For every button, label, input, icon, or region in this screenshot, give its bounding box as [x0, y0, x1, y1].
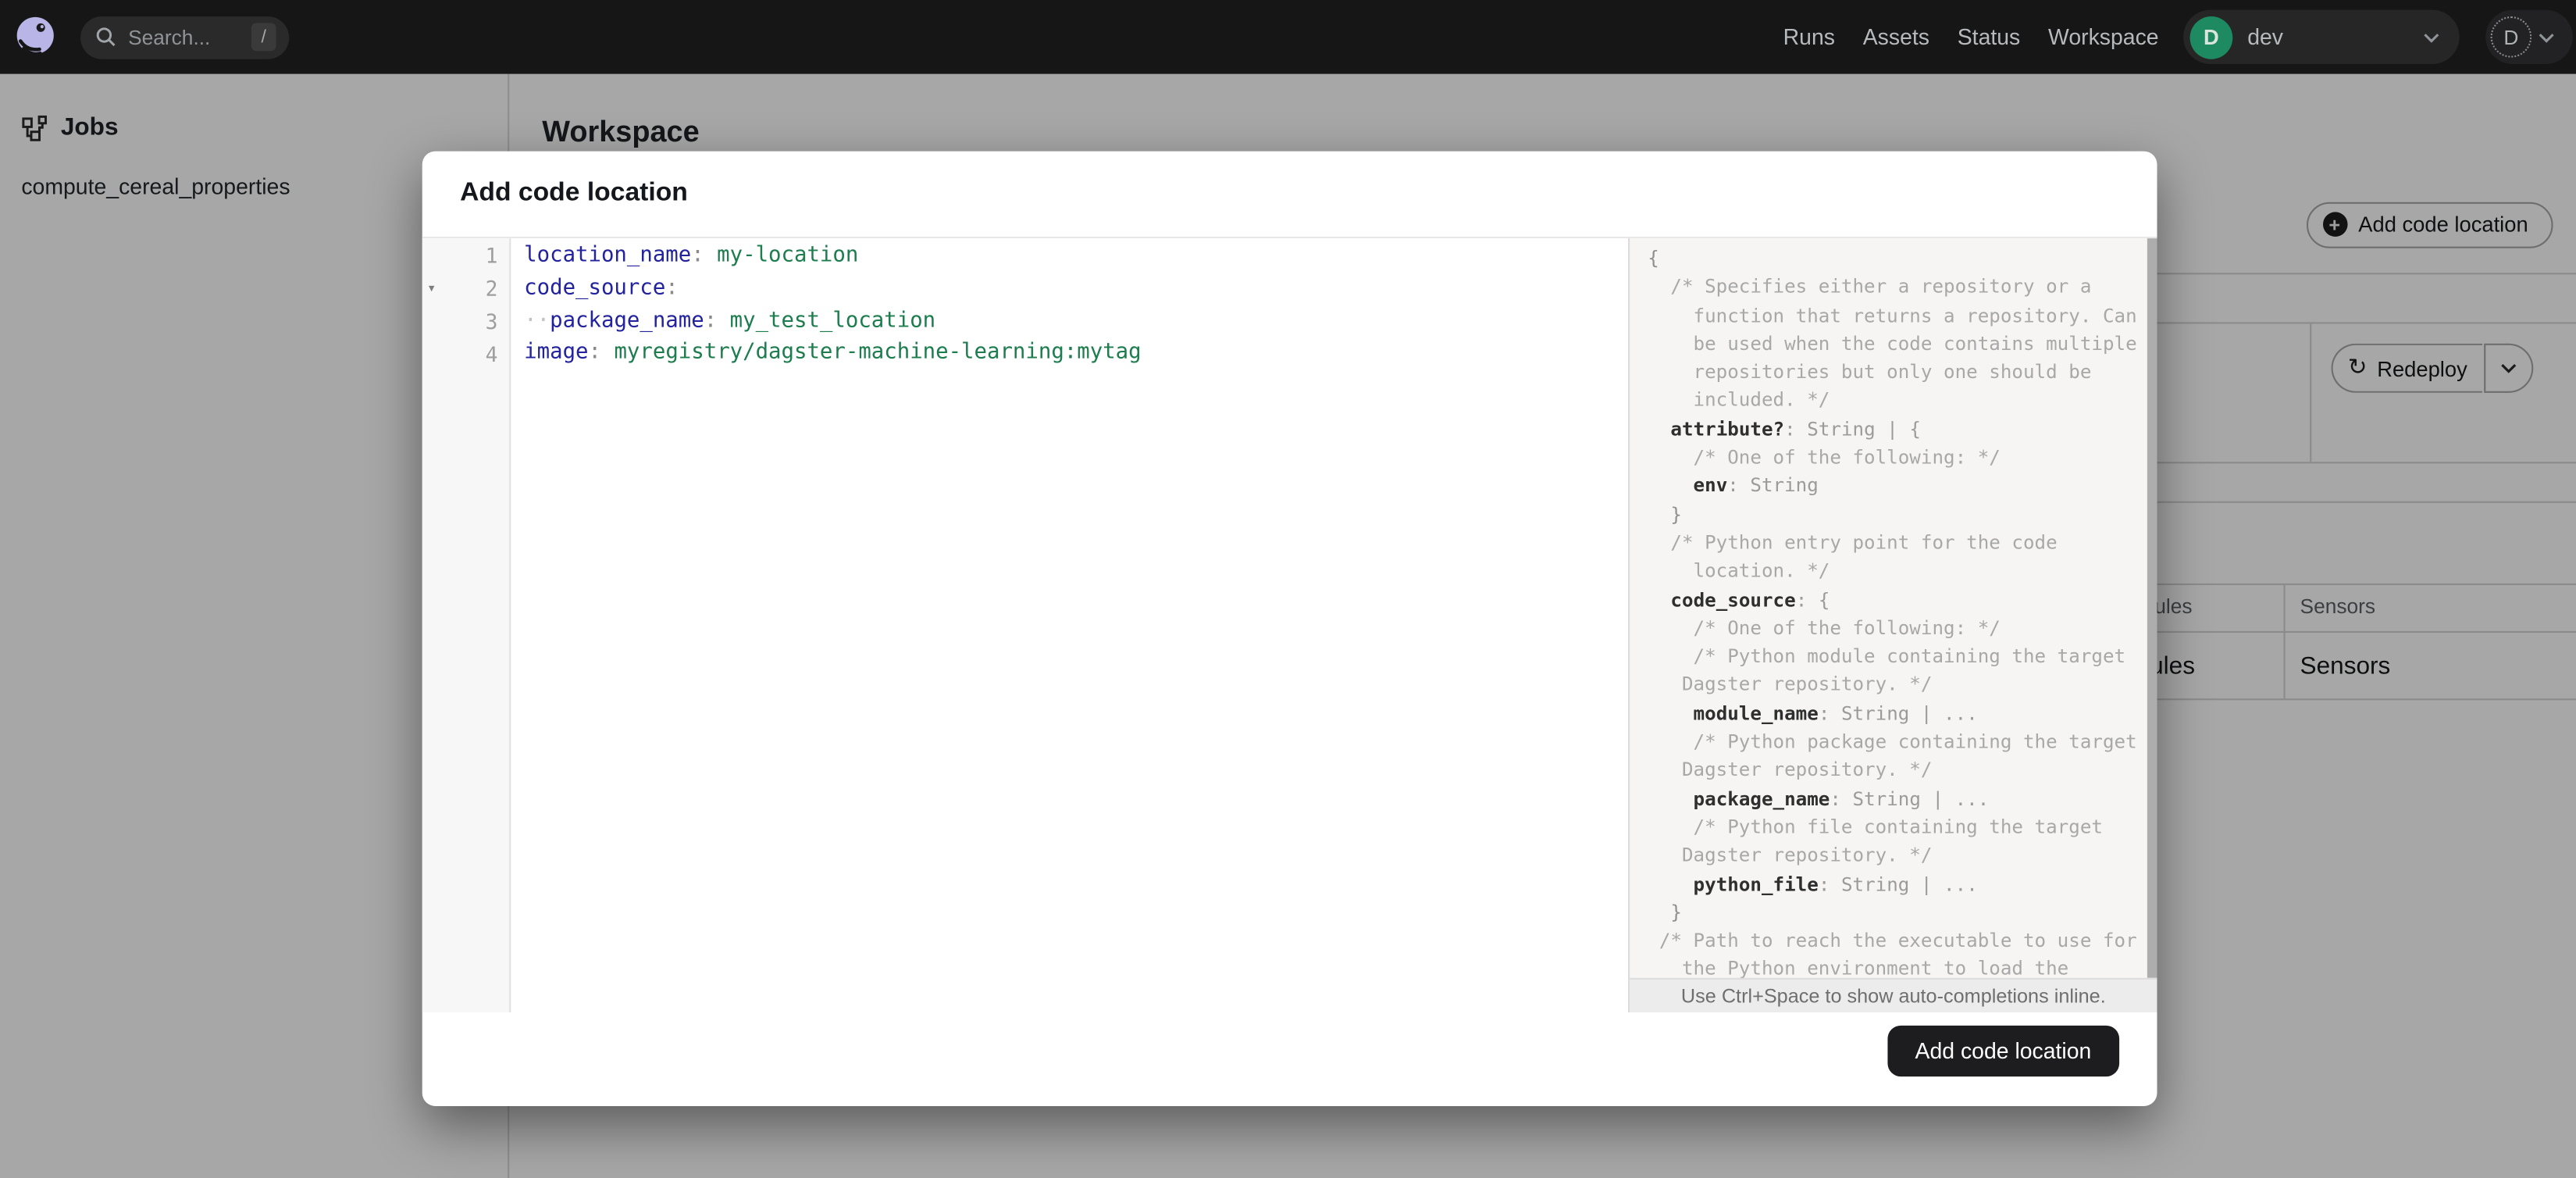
editor-gutter: 1 ▾ 2 3 4 — [422, 238, 511, 1012]
line-number: 3 — [485, 309, 498, 334]
chevron-down-icon — [2423, 32, 2439, 42]
gutter-row: 4 — [422, 337, 510, 370]
global-search-input[interactable]: Search... / — [80, 15, 290, 59]
schema-line: function that returns a repository. Can — [1648, 303, 2137, 327]
line-number: 4 — [485, 341, 498, 366]
nav-link-assets[interactable]: Assets — [1863, 25, 1929, 50]
code-line: image: myregistry/dagster-machine-learni… — [524, 341, 1142, 366]
schema-line: code_source: { — [1670, 587, 1830, 611]
fold-arrow-icon[interactable]: ▾ — [422, 280, 451, 297]
schema-line: Dagster repository. */ — [1648, 843, 1933, 867]
schema-line: python_file: String | ... — [1693, 872, 1978, 895]
chevron-down-icon — [2539, 32, 2555, 42]
nav-link-status[interactable]: Status — [1958, 25, 2021, 50]
autocomplete-hint: Use Ctrl+Space to show auto-completions … — [1630, 977, 2157, 1012]
schema-line: } — [1648, 502, 1682, 526]
modal-footer: Add code location — [422, 1012, 2157, 1106]
schema-line: location. */ — [1648, 559, 1830, 583]
schema-line: be used when the code contains multiple — [1648, 331, 2137, 355]
line-number: 2 — [485, 276, 498, 302]
schema-line: included. */ — [1648, 388, 1830, 412]
schema-line: /* Python module containing the target — [1648, 644, 2126, 668]
schema-line: } — [1648, 900, 1682, 924]
yaml-editor[interactable]: location_name: my-location code_source: ··… — [511, 238, 1628, 1012]
nav-link-runs[interactable]: Runs — [1783, 25, 1835, 50]
schema-line: module_name: String | ... — [1693, 701, 1978, 725]
search-icon — [95, 27, 116, 48]
slash-shortcut-badge: / — [251, 23, 276, 52]
schema-line: /* Specifies either a repository or a — [1648, 274, 2092, 298]
schema-line: package_name: String | ... — [1693, 787, 1990, 810]
schema-line: attribute?: String | { — [1670, 416, 1921, 441]
schema-line: /* Python entry point for the code — [1648, 530, 2058, 554]
deployment-switcher[interactable]: D dev — [2183, 9, 2460, 65]
gutter-row: 3 — [422, 305, 510, 337]
deployment-badge: D — [2189, 15, 2233, 59]
modal-title: Add code location — [460, 179, 688, 208]
user-menu[interactable]: D — [2485, 9, 2573, 65]
gutter-row: 1 — [422, 240, 510, 273]
line-number: 1 — [485, 244, 498, 269]
user-avatar: D — [2490, 16, 2532, 58]
schema-line: /* One of the following: */ — [1648, 445, 2001, 469]
modal-body: 1 ▾ 2 3 4 location_name: my-location code_sou… — [422, 238, 2157, 1012]
schema-line: Dagster repository. */ — [1648, 673, 1933, 696]
nav-links: Runs Assets Status Workspace — [1783, 25, 2159, 50]
nav-link-workspace[interactable]: Workspace — [2048, 25, 2159, 50]
schema-line: Dagster repository. */ — [1648, 758, 1933, 782]
deployment-name: dev — [2247, 24, 2284, 50]
schema-line: repositories but only one should be — [1648, 360, 2092, 384]
code-line: ··package_name: my_test_location — [524, 308, 936, 334]
schema-line: /* Path to reach the executable to use f… — [1648, 929, 2137, 952]
code-line: location_name: my-location — [524, 243, 859, 268]
schema-line: /* Python package containing the target — [1648, 730, 2137, 753]
app-root: Jobs compute_cereal_properties Workspace… — [0, 0, 2576, 1178]
schema-scrollbar[interactable] — [2146, 238, 2157, 978]
schema-line: env: String — [1693, 473, 1819, 498]
schema-line: { — [1648, 246, 1659, 270]
add-code-location-submit-button[interactable]: Add code location — [1887, 1025, 2120, 1077]
modal-header: Add code location — [422, 152, 2157, 239]
code-line: code_source: — [524, 275, 679, 301]
schema-panel: { /* Specifies either a repository or a … — [1628, 238, 2157, 1012]
schema-line: /* Python file containing the target — [1648, 815, 2103, 838]
search-placeholder: Search... — [128, 25, 211, 49]
add-code-location-modal: Add code location 1 ▾ 2 3 4 location_name: m… — [422, 151, 2157, 1106]
dagster-logo-icon[interactable] — [13, 15, 58, 59]
schema-doc: { /* Specifies either a repository or a … — [1630, 238, 2157, 984]
gutter-row: ▾ 2 — [422, 273, 510, 305]
schema-line: /* One of the following: */ — [1648, 616, 2001, 640]
top-nav: Search... / Runs Assets Status Workspace D … — [0, 0, 2576, 74]
